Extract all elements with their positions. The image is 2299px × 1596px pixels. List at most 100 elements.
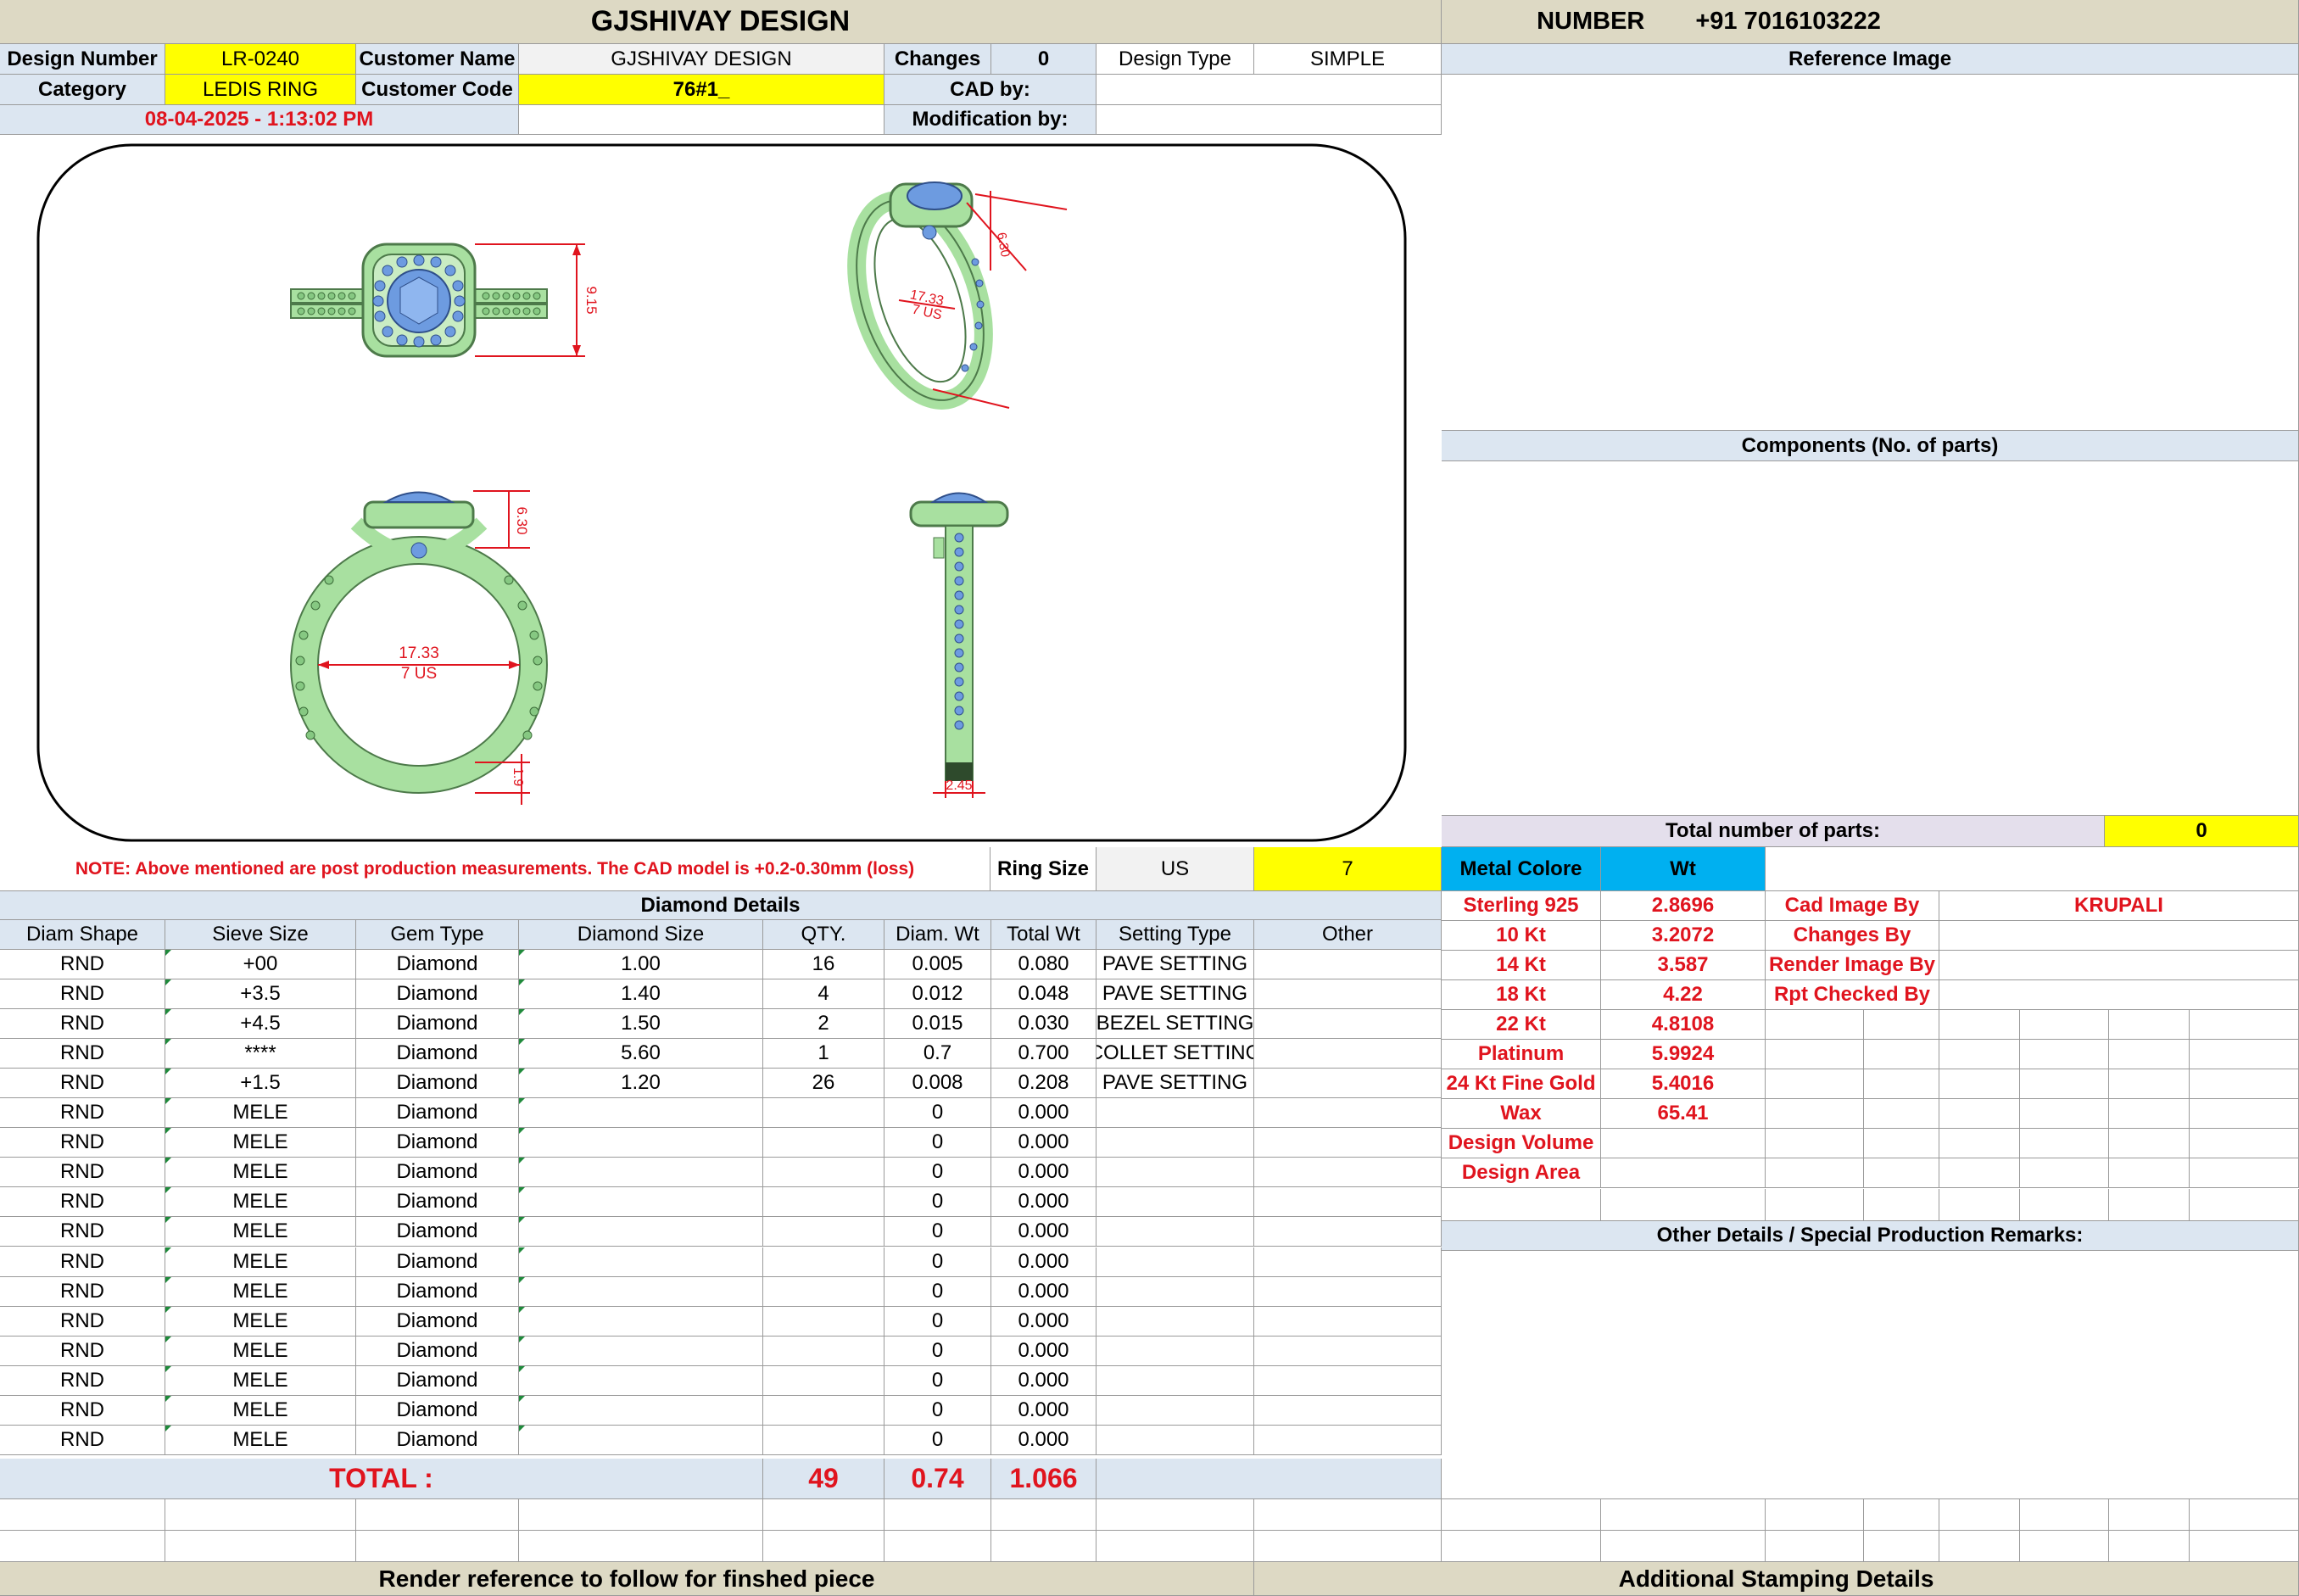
total-parts-value[interactable]: 0 — [2105, 816, 2299, 847]
table-cell-other[interactable] — [1254, 1276, 1442, 1307]
customer-code-value[interactable]: 76#1_ — [519, 75, 884, 105]
table-cell-other[interactable] — [1254, 1039, 1442, 1069]
table-cell-diam-wt: 0 — [884, 1217, 991, 1247]
table-cell-other[interactable] — [1254, 1158, 1442, 1188]
blank-grid-cell — [356, 1531, 519, 1562]
table-cell-sieve-size: **** — [165, 1039, 356, 1069]
table-cell-total-wt: 0.048 — [991, 979, 1096, 1010]
table-cell-diamond-size — [519, 1276, 763, 1307]
table-cell-total-wt: 0.208 — [991, 1069, 1096, 1099]
table-cell-other[interactable] — [1254, 1128, 1442, 1158]
metal-weight — [1601, 1129, 1766, 1159]
table-cell-total-wt: 0.000 — [991, 1365, 1096, 1396]
changes-value[interactable]: 0 — [991, 44, 1096, 75]
credit-blank-cell — [1939, 1099, 2020, 1130]
table-cell-setting-type[interactable] — [1096, 1395, 1254, 1426]
blank-grid-cell — [991, 1531, 1096, 1562]
table-cell-total-wt: 0.000 — [991, 1425, 1096, 1455]
table-cell-setting-type[interactable]: PAVE SETTING — [1096, 1069, 1254, 1099]
table-cell-other[interactable] — [1254, 950, 1442, 980]
table-cell-other[interactable] — [1254, 1187, 1442, 1218]
cad-drawing-area: 9.15 6.30 17.33 7 US 17.33 7 US 6.30 1.9… — [0, 135, 1442, 847]
table-cell-diam-shape: RND — [0, 1069, 165, 1099]
metal-weight: 4.8108 — [1601, 1010, 1766, 1041]
reference-image-area[interactable] — [1442, 75, 2299, 431]
credit-value[interactable] — [1939, 951, 2299, 981]
credit-value[interactable] — [1939, 980, 2299, 1011]
design-number-value[interactable]: LR-0240 — [165, 44, 356, 75]
table-cell-setting-type[interactable] — [1096, 1098, 1254, 1129]
cad-by-value[interactable] — [1096, 75, 1442, 105]
table-cell-gem-type: Diamond — [356, 1187, 519, 1218]
credit-blank-cell — [1864, 1099, 1939, 1130]
other-details-area[interactable] — [1442, 1251, 2299, 1499]
table-cell-setting-type[interactable] — [1096, 1336, 1254, 1366]
table-cell-other[interactable] — [1254, 1247, 1442, 1277]
credit-value[interactable] — [1939, 921, 2299, 951]
credit-label: Render Image By — [1766, 951, 1939, 981]
credit-value[interactable]: KRUPALI — [1939, 891, 2299, 922]
table-cell-setting-type[interactable] — [1096, 1217, 1254, 1247]
metal-weight: 3.2072 — [1601, 921, 1766, 951]
table-cell-diam-shape: RND — [0, 1336, 165, 1366]
table-cell-setting-type[interactable]: PAVE SETTING — [1096, 950, 1254, 980]
table-cell-setting-type[interactable] — [1096, 1306, 1254, 1337]
table-cell-setting-type[interactable]: BEZEL SETTING — [1096, 1009, 1254, 1040]
table-cell-sieve-size: MELE — [165, 1128, 356, 1158]
table-cell-setting-type[interactable] — [1096, 1158, 1254, 1188]
table-cell-setting-type[interactable] — [1096, 1247, 1254, 1277]
credit-blank-cell — [1939, 1069, 2020, 1100]
table-cell-other[interactable] — [1254, 1336, 1442, 1366]
table-cell-other[interactable] — [1254, 1217, 1442, 1247]
table-cell-other[interactable] — [1254, 1098, 1442, 1129]
table-cell-setting-type[interactable] — [1096, 1425, 1254, 1455]
table-cell-setting-type[interactable] — [1096, 1128, 1254, 1158]
blank-grid-cell — [356, 1499, 519, 1531]
table-cell-other[interactable] — [1254, 1306, 1442, 1337]
credit-blank-cell — [1939, 1129, 2020, 1159]
table-cell-diam-wt: 0 — [884, 1395, 991, 1426]
diamond-details-header: Diamond Details — [0, 891, 1442, 920]
customer-name-value[interactable]: GJSHIVAY DESIGN — [519, 44, 884, 75]
blank-grid-cell — [2020, 1531, 2109, 1562]
table-cell-other[interactable] — [1254, 1009, 1442, 1040]
category-value[interactable]: LEDIS RING — [165, 75, 356, 105]
table-cell-diam-shape: RND — [0, 979, 165, 1010]
blank-grid-cell — [1096, 1499, 1254, 1531]
table-cell-diam-shape: RND — [0, 950, 165, 980]
table-cell-gem-type: Diamond — [356, 1336, 519, 1366]
table-cell-setting-type[interactable] — [1096, 1365, 1254, 1396]
metal-name: Design Area — [1442, 1158, 1601, 1189]
metal-blank-cell — [2190, 1188, 2299, 1221]
table-cell-diam-wt: 0 — [884, 1098, 991, 1129]
table-cell-diam-wt: 0 — [884, 1365, 991, 1396]
table-cell-diamond-size — [519, 1128, 763, 1158]
table-cell-gem-type: Diamond — [356, 1395, 519, 1426]
blank-grid-cell — [1766, 1531, 1864, 1562]
table-cell-setting-type[interactable] — [1096, 1187, 1254, 1218]
design-type-value[interactable]: SIMPLE — [1254, 44, 1442, 75]
table-cell-other[interactable] — [1254, 1425, 1442, 1455]
table-cell-qty — [763, 1395, 884, 1426]
metal-weight: 65.41 — [1601, 1099, 1766, 1130]
changes-label: Changes — [884, 44, 991, 75]
table-cell-other[interactable] — [1254, 1365, 1442, 1396]
table-cell-diamond-size: 1.00 — [519, 950, 763, 980]
dim-side-width: 2.45 — [946, 778, 972, 793]
modification-by-value[interactable] — [1096, 105, 1442, 135]
metal-weight: 5.4016 — [1601, 1069, 1766, 1100]
table-cell-other[interactable] — [1254, 1069, 1442, 1099]
table-cell-diamond-size — [519, 1247, 763, 1277]
ring-size-value[interactable]: 7 — [1254, 847, 1442, 891]
components-area[interactable] — [1442, 461, 2299, 816]
table-cell-diamond-size — [519, 1098, 763, 1129]
table-cell-setting-type[interactable] — [1096, 1276, 1254, 1307]
table-cell-sieve-size: MELE — [165, 1098, 356, 1129]
table-cell-other[interactable] — [1254, 979, 1442, 1010]
table-cell-setting-type[interactable]: COLLET SETTING — [1096, 1039, 1254, 1069]
table-cell-qty — [763, 1365, 884, 1396]
blank-grid-cell — [884, 1499, 991, 1531]
table-cell-setting-type[interactable]: PAVE SETTING — [1096, 979, 1254, 1010]
metal-blank-cell — [2020, 1188, 2109, 1221]
table-cell-other[interactable] — [1254, 1395, 1442, 1426]
